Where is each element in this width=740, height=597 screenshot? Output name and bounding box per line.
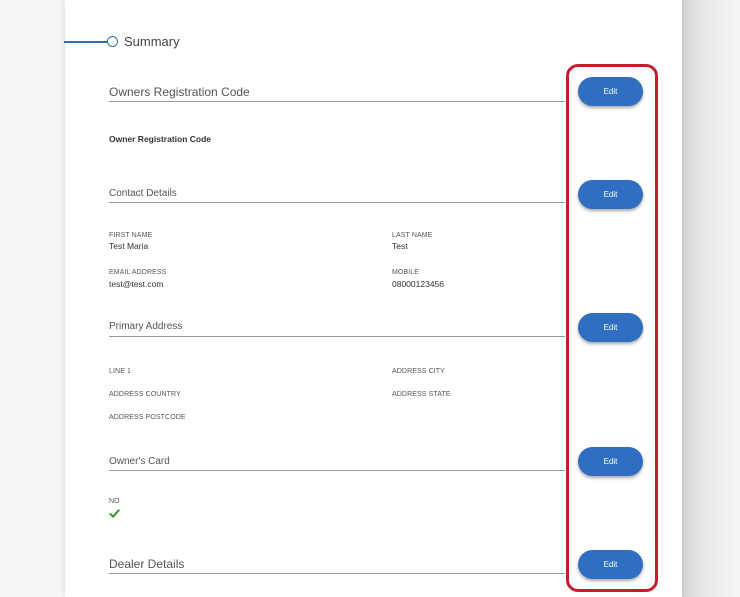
edit-owners-registration-button[interactable]: Edit bbox=[578, 77, 643, 106]
last-name-value: Test bbox=[392, 241, 408, 251]
section-title-contact-details: Contact Details bbox=[109, 188, 177, 199]
section-title-owners-card: Owner's Card bbox=[109, 456, 170, 467]
last-name-label: LAST NAME bbox=[392, 232, 433, 239]
background-left bbox=[0, 0, 65, 597]
first-name-value: Test Maria bbox=[109, 241, 149, 251]
owners-card-no-label: NO bbox=[109, 498, 120, 505]
edit-owners-card-button[interactable]: Edit bbox=[578, 447, 643, 476]
background-right bbox=[680, 0, 740, 597]
email-value: test@test.com bbox=[109, 279, 164, 289]
edit-dealer-details-button[interactable]: Edit bbox=[578, 550, 643, 579]
section-divider bbox=[109, 573, 565, 574]
edit-contact-details-button[interactable]: Edit bbox=[578, 180, 643, 209]
line1-label: LINE 1 bbox=[109, 368, 131, 375]
section-title-primary-address: Primary Address bbox=[109, 321, 183, 332]
address-country-label: ADDRESS COUNTRY bbox=[109, 391, 181, 398]
page-title: Summary bbox=[124, 34, 180, 49]
edit-primary-address-button[interactable]: Edit bbox=[578, 313, 643, 342]
address-postcode-label: ADDRESS POSTCODE bbox=[109, 414, 186, 421]
checkmark-icon bbox=[109, 509, 120, 518]
email-label: EMAIL ADDRESS bbox=[109, 269, 167, 276]
mobile-value: 08000123456 bbox=[392, 279, 445, 289]
step-indicator-icon bbox=[107, 36, 118, 47]
address-state-label: ADDRESS STATE bbox=[392, 391, 451, 398]
section-divider bbox=[109, 470, 565, 471]
section-divider bbox=[109, 202, 565, 203]
mobile-label: MOBILE bbox=[392, 269, 420, 276]
step-connector-line bbox=[64, 41, 108, 43]
owner-registration-code-label: Owner Registration Code bbox=[109, 134, 212, 144]
section-title-owners-registration: Owners Registration Code bbox=[109, 85, 250, 99]
section-title-dealer-details: Dealer Details bbox=[109, 557, 185, 571]
address-city-label: ADDRESS CITY bbox=[392, 368, 445, 375]
first-name-label: FIRST NAME bbox=[109, 232, 153, 239]
section-divider bbox=[109, 101, 565, 102]
section-divider bbox=[109, 336, 565, 337]
